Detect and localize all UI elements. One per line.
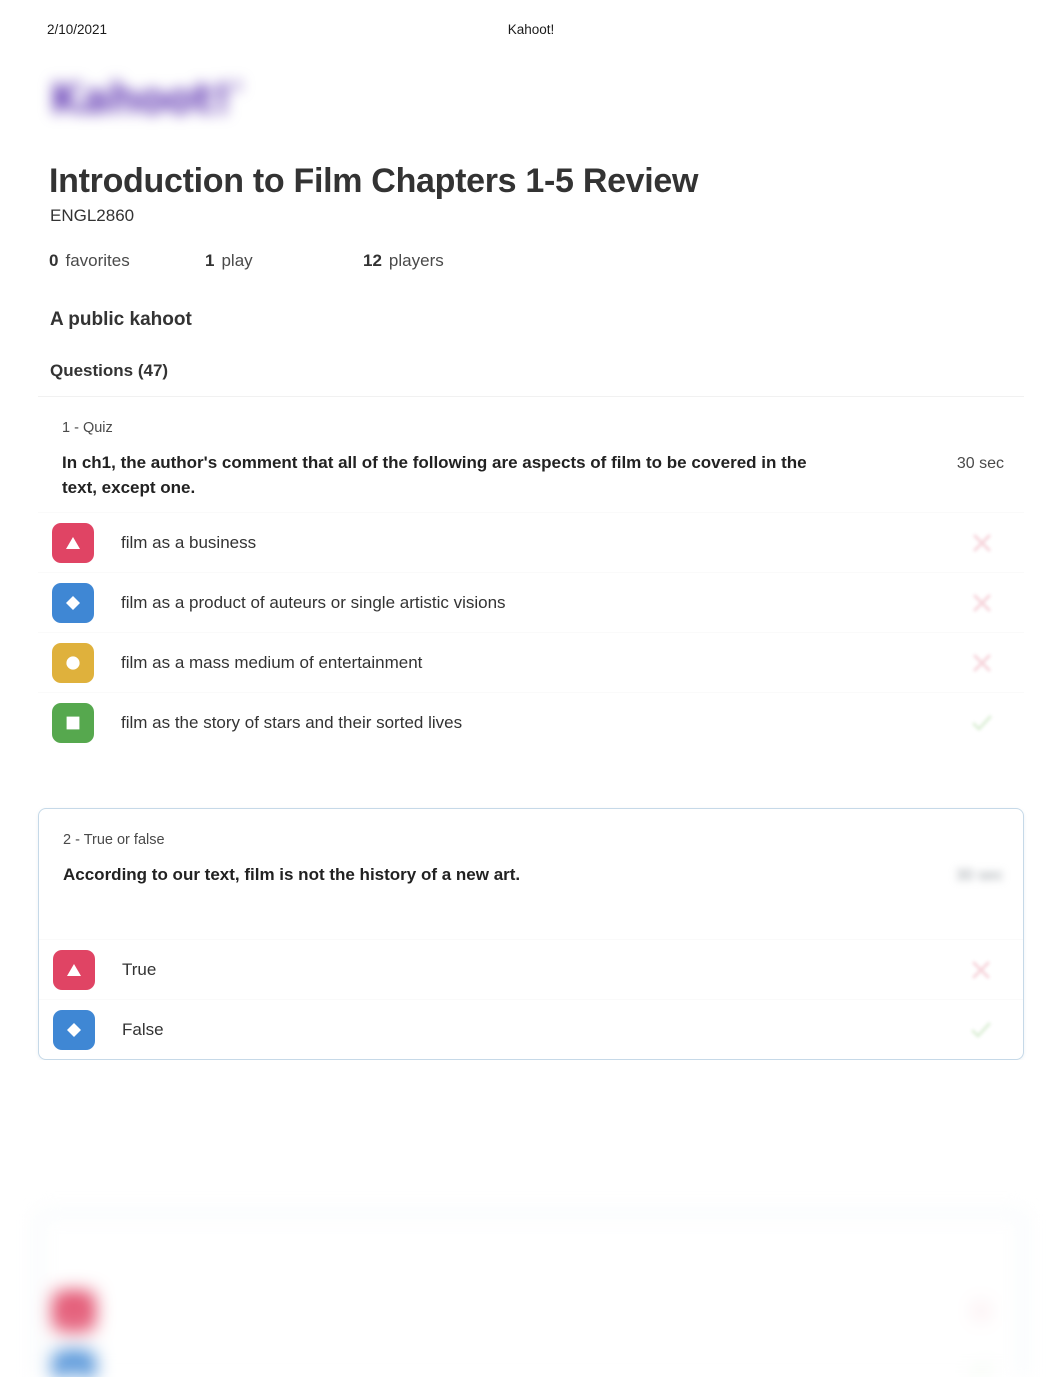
- stat-favorites-value: 0: [49, 251, 59, 270]
- answer-row[interactable]: True: [39, 939, 1023, 999]
- answer-text: film as a product of auteurs or single a…: [121, 592, 506, 612]
- answer-list: True False: [39, 939, 1023, 1059]
- answer-shape-square-icon: [52, 702, 94, 743]
- answer-row[interactable]: film as a mass medium of entertainment: [38, 632, 1024, 692]
- incorrect-cross-icon: [970, 591, 994, 615]
- answer-list: film as a business film as a product of a…: [38, 512, 1024, 752]
- visibility-label: A public kahoot: [50, 309, 192, 330]
- incorrect-cross-icon: [969, 1299, 993, 1323]
- answer-list: [39, 1280, 1023, 1377]
- answer-shape-diamond-icon: [53, 1009, 95, 1050]
- incorrect-cross-icon: [969, 958, 993, 982]
- incorrect-cross-icon: [970, 531, 994, 555]
- correct-check-icon: [969, 1359, 993, 1377]
- answer-row[interactable]: film as a business: [38, 512, 1024, 572]
- question-text: In ch1, the author's comment that all of…: [62, 453, 807, 497]
- question-card[interactable]: 1 - Quiz In ch1, the author's comment th…: [38, 396, 1024, 752]
- incorrect-cross-icon: [970, 651, 994, 675]
- answer-shape-diamond-icon: [52, 582, 94, 623]
- question-timer: 30 sec: [956, 455, 1004, 472]
- question-type-label: 1 - Quiz: [62, 420, 113, 436]
- page-title: Introduction to Film Chapters 1-5 Review: [49, 162, 699, 200]
- answer-row[interactable]: False: [39, 999, 1023, 1059]
- answer-row[interactable]: [39, 1280, 1023, 1340]
- correct-check-icon: [969, 1018, 993, 1042]
- stat-players-value: 12: [363, 251, 382, 270]
- stat-players-label: players: [388, 251, 444, 270]
- answer-text: film as a mass medium of entertainment: [121, 652, 423, 672]
- answer-text: False: [122, 1019, 164, 1039]
- print-page-title: Kahoot!: [507, 22, 555, 37]
- kahoot-logo-dot: [233, 80, 240, 90]
- question-header: [39, 1214, 1023, 1236]
- page-subtitle: ENGL2860: [50, 206, 135, 225]
- print-header: 2/10/2021 Kahoot!: [0, 22, 1062, 42]
- kahoot-logo-text: Kahoot!: [50, 73, 232, 123]
- question-timer: 30 sec: [955, 867, 1003, 884]
- stat-plays: 1 play: [205, 251, 363, 271]
- question-type-label: 2 - True or false: [63, 832, 165, 848]
- question-header: 1 - Quiz In ch1, the author's comment th…: [38, 397, 1024, 500]
- answer-shape-triangle-icon: [52, 522, 94, 563]
- answer-row[interactable]: film as the story of stars and their sor…: [38, 692, 1024, 752]
- answer-row[interactable]: [39, 1340, 1023, 1377]
- stat-favorites: 0 favorites: [49, 251, 205, 271]
- question-text: According to our text, film is not the h…: [63, 865, 521, 884]
- answer-row[interactable]: film as a product of auteurs or single a…: [38, 572, 1024, 632]
- kahoot-logo[interactable]: Kahoot!: [50, 62, 240, 134]
- answer-text: film as a business: [121, 532, 257, 552]
- answer-shape-circle-icon: [52, 642, 94, 683]
- answer-text: True: [122, 959, 157, 979]
- answer-text: film as the story of stars and their sor…: [121, 712, 463, 732]
- answer-shape-triangle-icon: [53, 949, 95, 990]
- question-2-clip: 2 - True or false According to our text,…: [0, 802, 1062, 1060]
- correct-check-icon: [970, 711, 994, 735]
- question-card[interactable]: 2 - True or false According to our text,…: [38, 808, 1024, 1060]
- question-3-clip: [0, 1205, 1062, 1377]
- stat-favorites-label: favorites: [65, 251, 130, 270]
- stat-players: 12 players: [363, 251, 543, 271]
- question-header: 2 - True or false According to our text,…: [39, 809, 1023, 887]
- stats-row: 0 favorites 1 play 12 players: [49, 251, 543, 277]
- stat-plays-label: play: [221, 251, 253, 270]
- question-card[interactable]: [38, 1213, 1024, 1377]
- answer-shape-triangle-icon: [53, 1290, 95, 1331]
- answer-shape-diamond-icon: [53, 1350, 95, 1377]
- questions-heading: Questions (47): [50, 361, 169, 380]
- stat-plays-value: 1: [205, 251, 215, 270]
